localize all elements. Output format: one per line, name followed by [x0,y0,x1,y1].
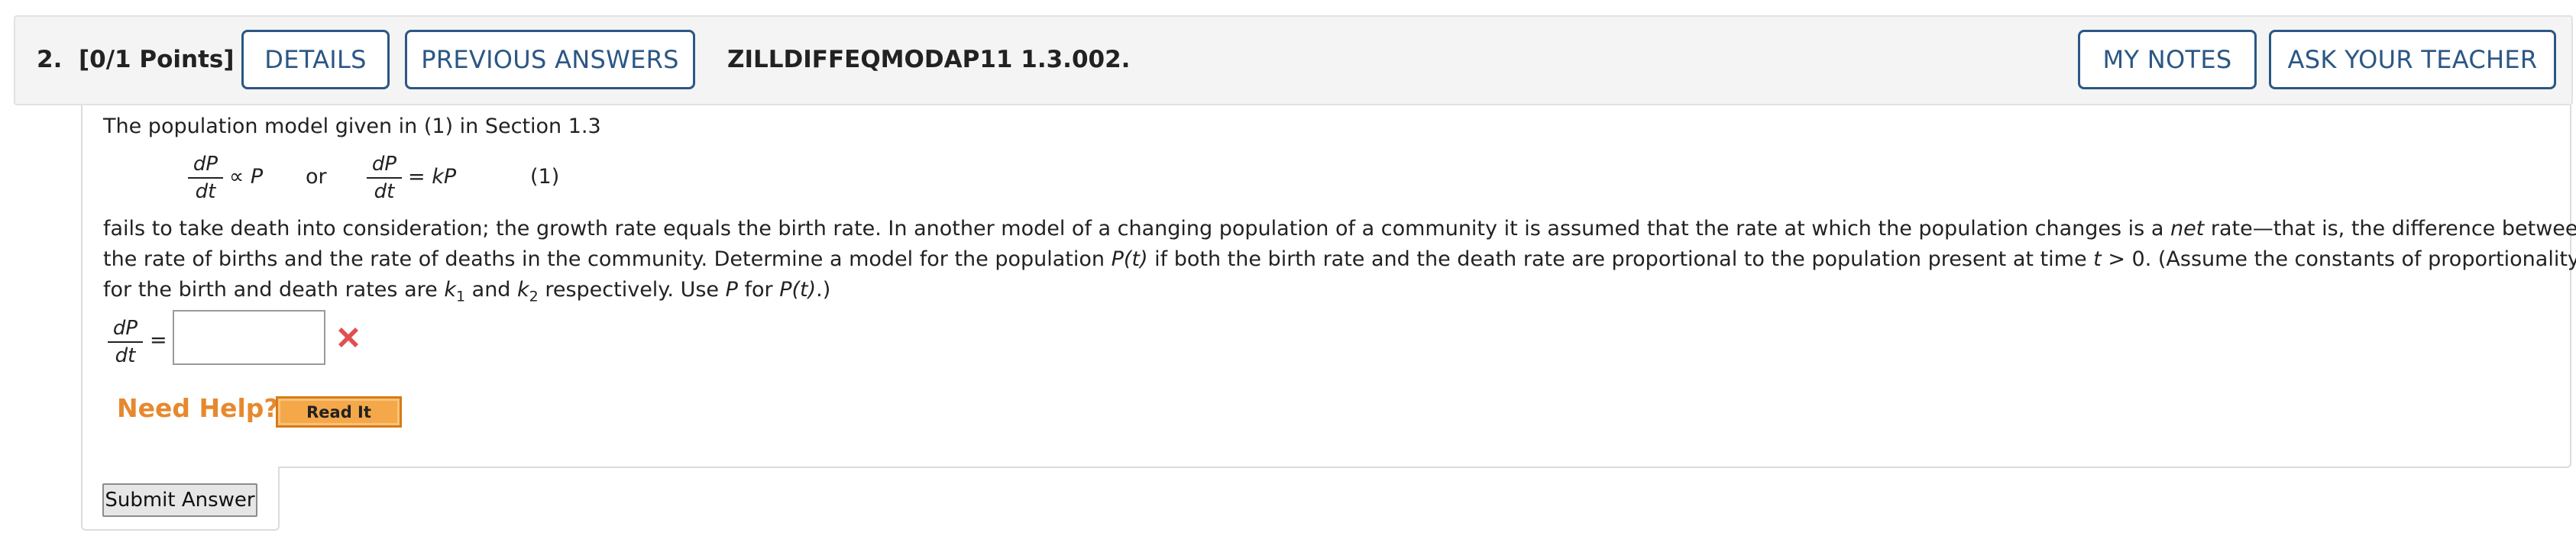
proportional-to-p: ∝ P [229,165,264,189]
need-help-label: Need Help? [117,393,279,423]
question-header: 2. [0/1 Points] DETAILS PREVIOUS ANSWERS… [14,15,2573,105]
problem-intro: The population model given in (1) in Sec… [103,115,601,138]
previous-answers-button[interactable]: PREVIOUS ANSWERS [405,30,695,89]
answer-input[interactable] [173,310,325,365]
read-it-button[interactable]: Read It [276,396,402,428]
details-button[interactable]: DETAILS [241,30,390,89]
answer-equals: = [150,328,167,352]
problem-code: ZILLDIFFEQMODAP11 1.3.002. [727,46,1131,73]
problem-line-2: the rate of births and the rate of death… [103,247,2576,271]
my-notes-button[interactable]: MY NOTES [2078,30,2257,89]
question-title: 2. [0/1 Points] [37,46,235,73]
answer-fraction-dp-dt: dP dt [108,317,143,367]
problem-line-1: fails to take death into consideration; … [103,217,2576,241]
fraction-dp-dt-2: dP dt [367,153,402,203]
ask-your-teacher-button[interactable]: ASK YOUR TEACHER [2269,30,2556,89]
submit-answer-button[interactable]: Submit Answer [102,483,257,517]
or-text: or [306,165,327,189]
equation-number: (1) [530,165,560,189]
x-mark-icon [338,328,358,347]
fraction-dp-dt: dP dt [188,153,223,203]
equals-kp: = kP [408,165,457,189]
problem-line-3: for the birth and death rates are k1 and… [103,278,831,305]
